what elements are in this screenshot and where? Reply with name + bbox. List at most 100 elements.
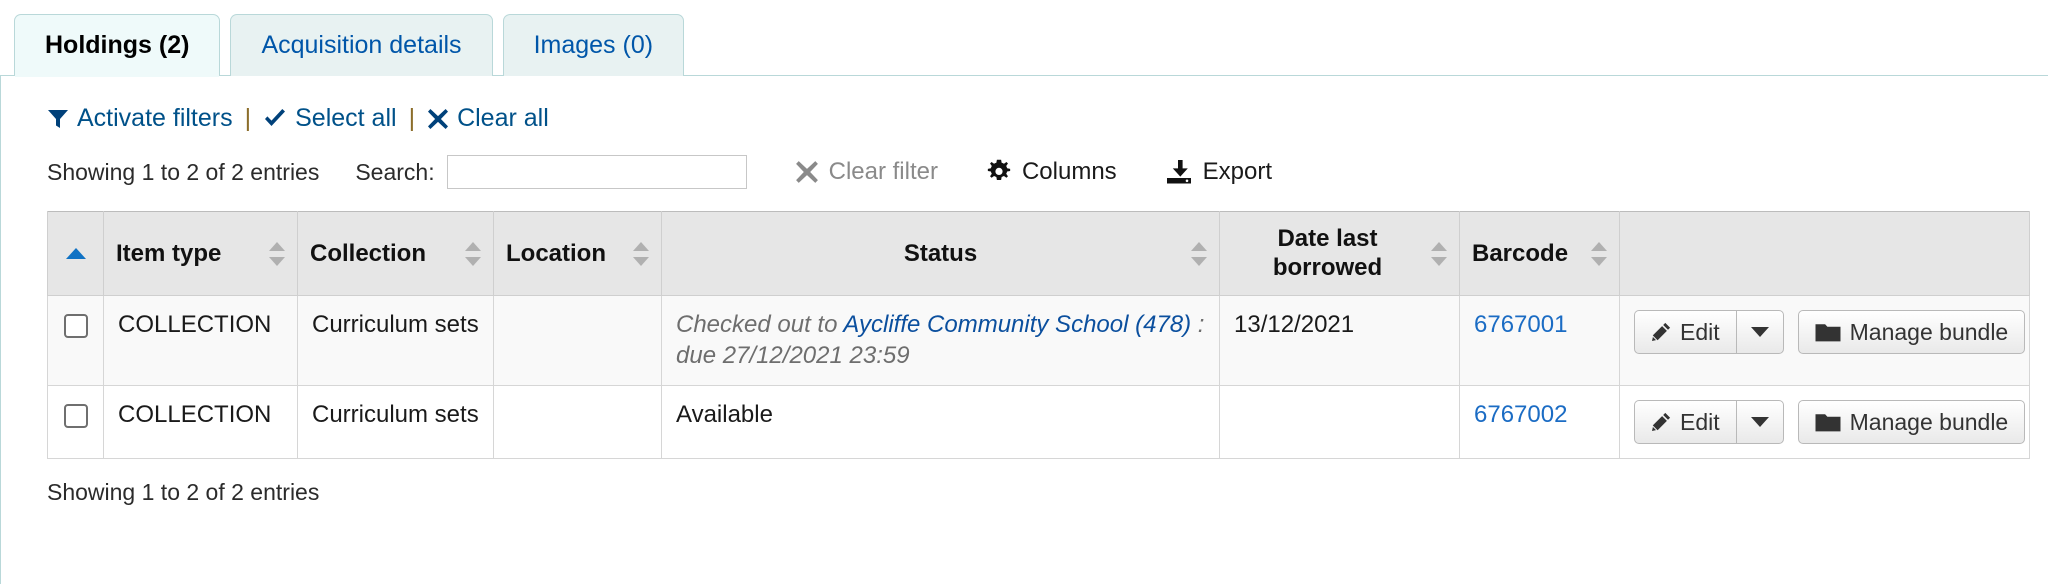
header-date-last-borrowed-label: Date last borrowed <box>1232 225 1423 283</box>
chevron-down-icon <box>1751 327 1769 337</box>
status-patron-link[interactable]: Aycliffe Community School (478) <box>843 311 1191 338</box>
header-barcode[interactable]: Barcode <box>1460 212 1620 296</box>
columns-button[interactable]: Columns <box>986 158 1117 186</box>
manage-bundle-label: Manage bundle <box>1850 319 2009 346</box>
pencil-icon <box>1651 322 1671 342</box>
cell-barcode: 6767002 <box>1460 386 1620 459</box>
table-toolbar: Showing 1 to 2 of 2 entries Search: Clea… <box>15 133 2048 189</box>
cell-location <box>494 386 662 459</box>
chevron-down-icon <box>1751 417 1769 427</box>
clear-filter-label: Clear filter <box>829 158 938 186</box>
cell-actions: Edit Manage bundle <box>1620 386 2030 459</box>
sort-toggle-icon <box>1191 241 1207 267</box>
cell-actions: Edit Manage bundle <box>1620 296 2030 386</box>
header-date-last-borrowed[interactable]: Date last borrowed <box>1220 212 1460 296</box>
tab-acquisition-details-label: Acquisition details <box>261 31 461 60</box>
edit-dropdown-toggle[interactable] <box>1736 400 1784 444</box>
sort-toggle-icon <box>633 241 649 267</box>
cell-collection: Curriculum sets <box>298 386 494 459</box>
sort-toggle-icon <box>465 241 481 267</box>
clear-filter-button[interactable]: Clear filter <box>795 158 938 186</box>
status-prefix: Checked out to <box>676 311 843 338</box>
header-select[interactable] <box>48 212 104 296</box>
barcode-link[interactable]: 6767002 <box>1474 401 1567 428</box>
header-barcode-label: Barcode <box>1472 240 1568 268</box>
table-row: COLLECTION Curriculum sets Available 676… <box>48 386 2030 459</box>
download-icon <box>1165 159 1193 185</box>
row-checkbox[interactable] <box>64 404 88 428</box>
sort-toggle-icon <box>1431 241 1447 267</box>
header-actions <box>1620 212 2030 296</box>
cell-date-last-borrowed: 13/12/2021 <box>1220 296 1460 386</box>
cell-status: Checked out to Aycliffe Community School… <box>662 296 1220 386</box>
check-icon <box>263 108 287 130</box>
activate-filters-link[interactable]: Activate filters <box>47 104 233 133</box>
gear-icon <box>986 159 1012 185</box>
edit-button-group: Edit <box>1634 310 1784 354</box>
close-icon <box>427 108 449 130</box>
cell-status: Available <box>662 386 1220 459</box>
manage-bundle-button[interactable]: Manage bundle <box>1798 400 2026 444</box>
header-location[interactable]: Location <box>494 212 662 296</box>
select-all-label: Select all <box>295 104 396 133</box>
tab-holdings-label: Holdings (2) <box>45 31 189 60</box>
tab-acquisition-details[interactable]: Acquisition details <box>230 14 492 76</box>
showing-entries-top: Showing 1 to 2 of 2 entries <box>47 159 319 186</box>
folder-icon <box>1815 322 1841 342</box>
cell-collection: Curriculum sets <box>298 296 494 386</box>
tab-images[interactable]: Images (0) <box>503 14 684 76</box>
manage-bundle-button[interactable]: Manage bundle <box>1798 310 2026 354</box>
barcode-link[interactable]: 6767001 <box>1474 311 1567 338</box>
header-collection[interactable]: Collection <box>298 212 494 296</box>
clear-all-label: Clear all <box>457 104 549 133</box>
sort-toggle-icon <box>269 241 285 267</box>
edit-button[interactable]: Edit <box>1634 310 1736 354</box>
tab-images-label: Images (0) <box>534 31 653 60</box>
search-input[interactable] <box>447 155 747 189</box>
edit-button[interactable]: Edit <box>1634 400 1736 444</box>
holdings-table-body: COLLECTION Curriculum sets Checked out t… <box>48 296 2030 459</box>
header-status[interactable]: Status <box>662 212 1220 296</box>
cell-item-type: COLLECTION <box>104 386 298 459</box>
filterbar-separator-1: | <box>245 104 252 133</box>
activate-filters-label: Activate filters <box>77 104 233 133</box>
cell-item-type: COLLECTION <box>104 296 298 386</box>
holdings-panel: Activate filters | Select all | Clear al… <box>0 76 2048 584</box>
cell-date-last-borrowed <box>1220 386 1460 459</box>
edit-label: Edit <box>1680 409 1720 436</box>
table-row: COLLECTION Curriculum sets Checked out t… <box>48 296 2030 386</box>
clear-filter-icon <box>795 160 819 184</box>
sort-ascending-icon <box>66 248 86 259</box>
export-button[interactable]: Export <box>1165 158 1272 186</box>
cell-location <box>494 296 662 386</box>
tab-strip: Holdings (2) Acquisition details Images … <box>0 0 2048 76</box>
folder-icon <box>1815 412 1841 432</box>
header-item-type-label: Item type <box>116 240 221 268</box>
columns-label: Columns <box>1022 158 1117 186</box>
filter-icon <box>47 108 69 130</box>
edit-button-group: Edit <box>1634 400 1784 444</box>
select-all-link[interactable]: Select all <box>263 104 396 133</box>
filter-actions-bar: Activate filters | Select all | Clear al… <box>15 76 2048 133</box>
header-item-type[interactable]: Item type <box>104 212 298 296</box>
filterbar-separator-2: | <box>409 104 416 133</box>
header-row: Item type Collection Location <box>48 212 2030 296</box>
clear-all-link[interactable]: Clear all <box>427 104 549 133</box>
row-checkbox[interactable] <box>64 314 88 338</box>
status-text: Available <box>676 401 773 428</box>
header-collection-label: Collection <box>310 240 426 268</box>
edit-label: Edit <box>1680 319 1720 346</box>
sort-toggle-icon <box>1591 241 1607 267</box>
status-text: Checked out to Aycliffe Community School… <box>676 311 1204 369</box>
showing-entries-bottom: Showing 1 to 2 of 2 entries <box>15 459 2048 506</box>
search-label: Search: <box>355 159 434 186</box>
holdings-table-head: Item type Collection Location <box>48 212 2030 296</box>
header-location-label: Location <box>506 240 606 268</box>
header-status-label: Status <box>904 240 977 268</box>
holdings-table-container: Item type Collection Location <box>15 189 2048 459</box>
tab-holdings[interactable]: Holdings (2) <box>14 14 220 76</box>
pencil-icon <box>1651 412 1671 432</box>
row-select-cell <box>48 386 104 459</box>
edit-dropdown-toggle[interactable] <box>1736 310 1784 354</box>
cell-barcode: 6767001 <box>1460 296 1620 386</box>
